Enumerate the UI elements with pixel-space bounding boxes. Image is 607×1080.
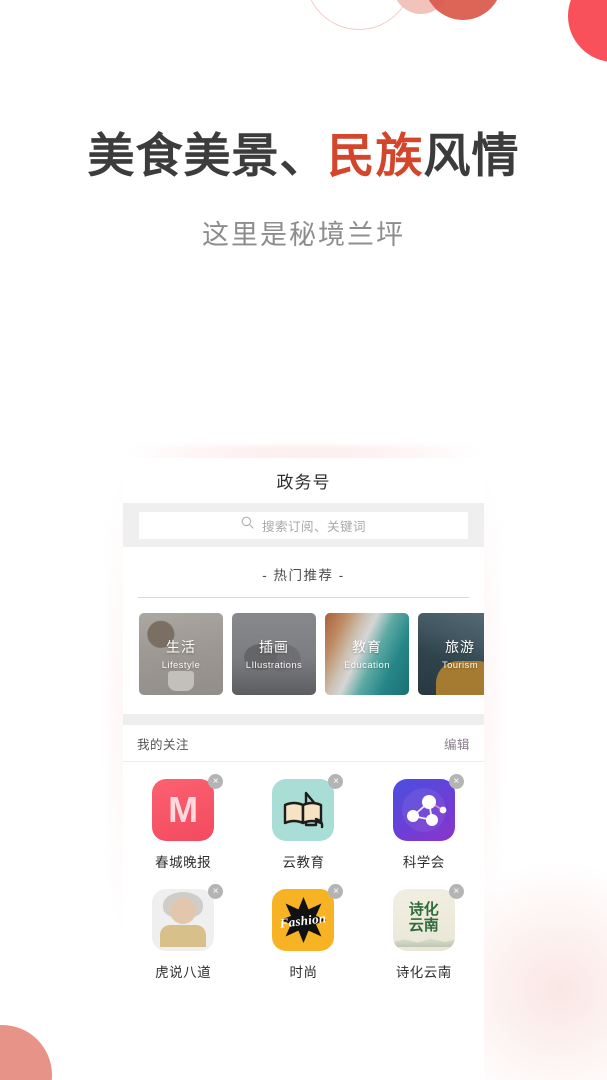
search-input[interactable]: 搜索订阅、关键词 [139, 511, 468, 539]
book-glyph [284, 791, 324, 829]
category-card-tourism[interactable]: 旅游 Tourism [418, 613, 484, 695]
search-placeholder: 搜索订阅、关键词 [261, 519, 366, 534]
category-label-cn: 插画 [259, 639, 289, 655]
app-screen: 美食美景、民族风情 这里是秘境兰坪 政务号 搜索订阅、关键词 - 热门推荐 - [0, 0, 607, 1080]
section-gap [123, 714, 484, 725]
decorative-circle-outline [305, 0, 413, 30]
logo-glyph: Fashion [279, 910, 328, 932]
remove-icon[interactable]: × [448, 884, 464, 899]
government-account-card: 政务号 搜索订阅、关键词 - 热门推荐 - 生活 Lifestyle 插画 LI… [123, 458, 484, 1080]
subscription-item[interactable]: × 虎说八道 [123, 884, 243, 981]
category-label-en: Tourism [441, 660, 479, 671]
category-label-en: LIlustrations [245, 660, 303, 671]
logo-glyph: M [168, 789, 199, 830]
category-text: 插画 LIlustrations [232, 637, 316, 671]
category-card-lifestyle[interactable]: 生活 Lifestyle [139, 613, 223, 695]
science-network-icon[interactable] [392, 779, 455, 841]
category-text: 旅游 Tourism [418, 637, 484, 671]
hero-title-part1: 美食美景、 [87, 129, 328, 182]
decorative-circle-bottom-left [0, 1025, 52, 1080]
decorative-wave [392, 938, 455, 947]
my-follow-header: 我的关注 编辑 [123, 725, 484, 761]
logo-glyph: 诗化 云南 [408, 901, 439, 934]
hot-recommend-section: - 热门推荐 - 生活 Lifestyle 插画 LIlustrations 教… [123, 547, 484, 714]
poetic-yunnan-calligraphy-icon[interactable]: 诗化 云南 [392, 889, 455, 951]
portrait-head [170, 898, 197, 925]
category-label-en: Lifestyle [161, 660, 201, 671]
remove-icon[interactable]: × [328, 884, 344, 899]
hero-title-accent: 民族 [327, 129, 424, 182]
subscription-item[interactable]: × 科学会 [364, 774, 484, 871]
remove-icon[interactable]: × [208, 884, 224, 899]
hot-recommend-title: - 热门推荐 - [262, 568, 345, 583]
search-icon [241, 516, 254, 534]
category-label-en: Education [344, 660, 390, 671]
category-text: 生活 Lifestyle [139, 637, 223, 671]
icon-wrap: M × [152, 774, 224, 841]
icon-wrap: × [272, 774, 344, 841]
category-label-cn: 教育 [352, 639, 382, 655]
category-label-cn: 旅游 [445, 639, 475, 655]
category-text: 教育 Education [325, 637, 409, 671]
subscription-label: 时尚 [289, 965, 318, 980]
my-follow-title: 我的关注 [137, 737, 190, 752]
divider [138, 597, 469, 598]
subscription-grid: M × 春城晚报 × 云教育 × 科学会 × 虎说八道 Fashion × 时尚… [123, 762, 484, 999]
subscription-label: 诗化云南 [395, 965, 452, 980]
hero-title: 美食美景、民族风情 [0, 128, 607, 184]
subscription-item[interactable]: M × 春城晚报 [123, 774, 243, 871]
hero-title-part2: 风情 [423, 129, 520, 182]
remove-icon[interactable]: × [328, 774, 344, 789]
remove-icon[interactable]: × [208, 774, 224, 789]
category-card-education[interactable]: 教育 Education [325, 613, 409, 695]
hero-subtitle: 这里是秘境兰坪 [202, 220, 405, 250]
card-header: 政务号 [123, 458, 484, 503]
subscription-label: 春城晚报 [155, 855, 212, 870]
subscription-item[interactable]: × 云教育 [243, 774, 363, 871]
subscription-item[interactable]: 诗化 云南 × 诗化云南 [364, 884, 484, 981]
subscription-label: 云教育 [282, 855, 325, 870]
subscription-label: 科学会 [402, 855, 445, 870]
chengcheng-evening-news-icon[interactable]: M [152, 779, 215, 841]
decorative-circle-strong [424, 0, 502, 20]
hero-section: 美食美景、民族风情 这里是秘境兰坪 [0, 128, 607, 252]
remove-icon[interactable]: × [448, 774, 464, 789]
icon-wrap: × [152, 884, 224, 951]
page-title: 政务号 [276, 473, 331, 492]
subscription-item[interactable]: Fashion × 时尚 [243, 884, 363, 981]
icon-wrap: × [392, 774, 464, 841]
yun-education-book-icon[interactable] [272, 779, 335, 841]
category-card-illustrations[interactable]: 插画 LIlustrations [232, 613, 316, 695]
portrait-body [160, 925, 207, 947]
edit-button[interactable]: 编辑 [444, 734, 470, 753]
category-label-cn: 生活 [166, 639, 196, 655]
fashion-star-icon[interactable]: Fashion [272, 889, 335, 951]
search-band: 搜索订阅、关键词 [123, 503, 484, 547]
network-glyph [401, 788, 447, 832]
icon-wrap: Fashion × [272, 884, 344, 951]
category-strip[interactable]: 生活 Lifestyle 插画 LIlustrations 教育 Educati… [123, 613, 484, 714]
hu-shuo-ba-dao-portrait-icon[interactable] [152, 889, 215, 951]
decorative-circle-right [568, 0, 607, 62]
subscription-label: 虎说八道 [155, 965, 212, 980]
icon-wrap: 诗化 云南 × [392, 884, 464, 951]
